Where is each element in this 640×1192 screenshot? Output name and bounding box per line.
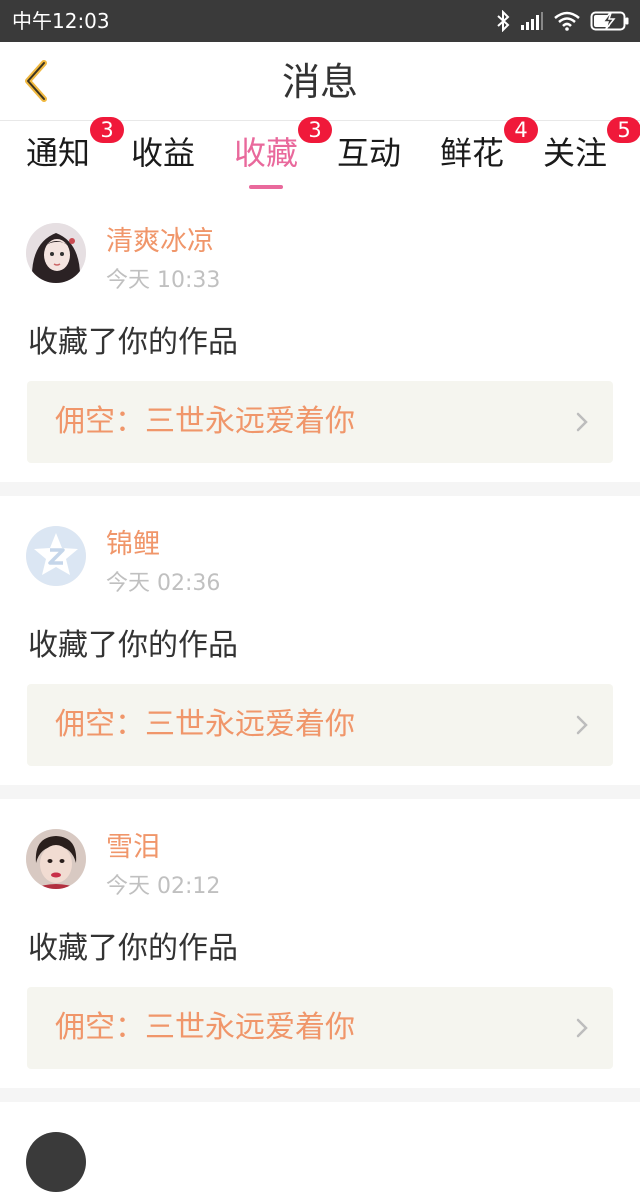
unread-badge: 4 bbox=[504, 117, 538, 143]
default-avatar-icon bbox=[26, 526, 86, 586]
tab-label: 收藏 bbox=[234, 134, 299, 172]
tab-label: 关注 bbox=[543, 134, 608, 172]
avatar[interactable] bbox=[26, 526, 86, 586]
work-link[interactable]: 佣空：三世永远爱着你 bbox=[27, 381, 613, 463]
tab-label: 互动 bbox=[337, 134, 402, 172]
divider bbox=[0, 785, 640, 799]
chevron-right-icon bbox=[576, 1018, 588, 1038]
work-title: 佣空：三世永远爱着你 bbox=[55, 707, 355, 742]
wifi-icon bbox=[554, 11, 580, 31]
timestamp: 今天 02:12 bbox=[106, 874, 221, 899]
work-title: 佣空：三世永远爱着你 bbox=[55, 404, 355, 439]
active-tab-indicator bbox=[249, 185, 283, 189]
header: 消息 bbox=[0, 42, 640, 121]
page-title: 消息 bbox=[281, 60, 358, 104]
bluetooth-icon bbox=[497, 10, 510, 32]
divider bbox=[0, 482, 640, 496]
tab-notifications[interactable]: 通知 3 bbox=[26, 117, 124, 193]
message-list: 清爽冰凉 今天 10:33 收藏了你的作品 佣空：三世永远爱着你 锦鲤 今天 0… bbox=[0, 193, 640, 1102]
avatar[interactable] bbox=[26, 829, 86, 889]
signal-icon bbox=[521, 12, 543, 30]
tab-interactions[interactable]: 互动 bbox=[337, 131, 401, 193]
list-item: 锦鲤 今天 02:36 收藏了你的作品 佣空：三世永远爱着你 bbox=[0, 496, 640, 785]
status-time: 中午12:03 bbox=[12, 9, 110, 33]
tab-label: 通知 bbox=[26, 134, 91, 172]
tab-bar: 通知 3 收益 收藏 3 互动 鲜花 4 关注 5 bbox=[0, 117, 640, 193]
chevron-right-icon bbox=[576, 715, 588, 735]
username[interactable]: 雪泪 bbox=[106, 831, 160, 865]
username[interactable]: 清爽冰凉 bbox=[106, 225, 214, 259]
status-icons bbox=[496, 6, 630, 36]
avatar[interactable] bbox=[26, 1132, 86, 1192]
battery-charging-icon bbox=[590, 11, 629, 31]
tab-favorites[interactable]: 收藏 3 bbox=[234, 117, 332, 193]
tab-earnings[interactable]: 收益 bbox=[131, 131, 195, 193]
divider bbox=[0, 1088, 640, 1102]
list-item: 雪泪 今天 02:12 收藏了你的作品 佣空：三世永远爱着你 bbox=[0, 799, 640, 1088]
timestamp: 今天 02:36 bbox=[106, 571, 221, 596]
list-item: 清爽冰凉 今天 10:33 收藏了你的作品 佣空：三世永远爱着你 bbox=[0, 193, 640, 482]
unread-badge: 5 bbox=[607, 117, 640, 143]
tab-follows[interactable]: 关注 5 bbox=[543, 117, 640, 193]
child-avatar-icon bbox=[26, 829, 86, 889]
timestamp: 今天 10:33 bbox=[106, 268, 221, 293]
work-link[interactable]: 佣空：三世永远爱着你 bbox=[27, 684, 613, 766]
work-link[interactable]: 佣空：三世永远爱着你 bbox=[27, 987, 613, 1069]
girl-avatar-icon bbox=[26, 223, 86, 283]
action-text: 收藏了你的作品 bbox=[28, 931, 238, 966]
avatar[interactable] bbox=[26, 223, 86, 283]
work-title: 佣空：三世永远爱着你 bbox=[55, 1010, 355, 1045]
tab-flowers[interactable]: 鲜花 4 bbox=[440, 117, 538, 193]
chevron-right-icon bbox=[576, 412, 588, 432]
unread-badge: 3 bbox=[298, 117, 332, 143]
unread-badge: 3 bbox=[90, 117, 124, 143]
tab-label: 鲜花 bbox=[440, 134, 505, 172]
username[interactable]: 锦鲤 bbox=[106, 528, 160, 562]
status-bar: 中午12:03 bbox=[0, 0, 640, 42]
action-text: 收藏了你的作品 bbox=[28, 325, 238, 360]
tab-label: 收益 bbox=[131, 134, 196, 172]
action-text: 收藏了你的作品 bbox=[28, 628, 238, 663]
